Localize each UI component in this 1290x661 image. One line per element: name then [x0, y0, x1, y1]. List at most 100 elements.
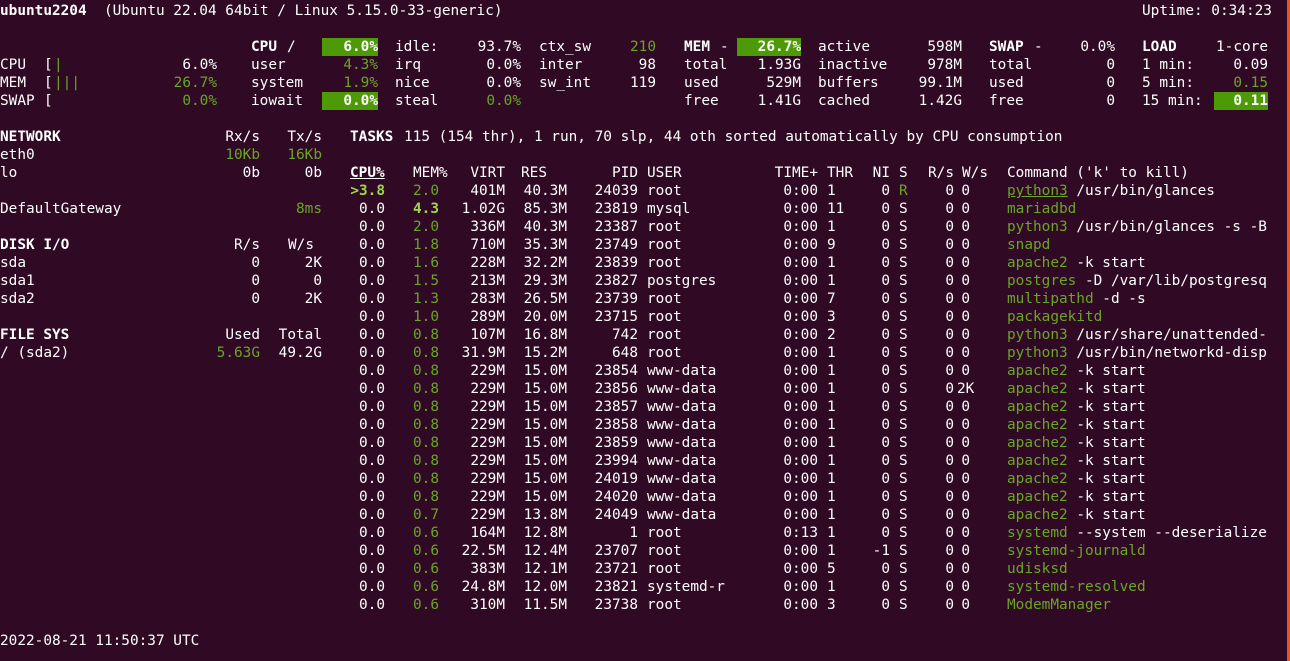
proc-read-rate: 0	[945, 579, 954, 595]
proc-virt: 229M	[470, 363, 505, 379]
col-ws-header[interactable]: W/s	[962, 164, 988, 182]
swap-free: 0	[1106, 93, 1115, 109]
proc-state: S	[899, 363, 908, 379]
proc-user: root	[647, 345, 682, 361]
col-pid-header[interactable]: PID	[580, 164, 638, 182]
proc-read-rate: 0	[945, 471, 954, 487]
proc-user: root	[647, 309, 682, 325]
proc-command: systemd-journald	[1007, 542, 1146, 560]
col-thr-header[interactable]: THR	[827, 164, 853, 182]
proc-cpu: 0.0	[359, 471, 385, 487]
proc-virt: 229M	[470, 417, 505, 433]
proc-mem: 1.5	[413, 273, 439, 289]
proc-res: 11.5M	[523, 597, 567, 613]
proc-cpu: >3.8	[350, 183, 385, 199]
ql-swap-label: SWAP	[0, 93, 35, 109]
hostname: ubuntu2204	[0, 3, 87, 19]
col-cpu-header[interactable]: CPU%	[350, 164, 385, 182]
proc-thr: 2	[827, 327, 836, 343]
proc-mem: 1.0	[413, 309, 439, 325]
proc-write-rate: 0	[961, 201, 970, 217]
mem-cached-label: cached	[818, 93, 870, 109]
proc-mem: 0.8	[413, 489, 439, 505]
proc-command: python3 /usr/share/unattended-	[1007, 326, 1267, 344]
proc-cpu: 0.0	[359, 255, 385, 271]
proc-cpu: 0.0	[359, 237, 385, 253]
fs-total: 49.2G	[278, 345, 322, 361]
proc-write-rate: 0	[961, 543, 970, 559]
load-5min-label: 5 min:	[1142, 75, 1194, 91]
proc-write-rate: 0	[961, 345, 970, 361]
proc-mem: 0.6	[413, 525, 439, 541]
proc-mem: 0.6	[413, 597, 439, 613]
proc-mem: 4.3	[413, 201, 439, 217]
proc-user: root	[647, 327, 682, 343]
fs-mount: / (sda2)	[0, 345, 70, 361]
proc-state: S	[899, 597, 908, 613]
col-s-header[interactable]: S	[899, 164, 908, 182]
proc-res: 15.0M	[523, 489, 567, 505]
proc-program: multipathd	[1007, 291, 1094, 307]
proc-pid: 23715	[594, 309, 638, 325]
proc-write-rate: 0	[961, 273, 970, 289]
proc-command: systemd-resolved	[1007, 578, 1146, 596]
proc-thr: 1	[827, 345, 836, 361]
proc-res: 15.0M	[523, 363, 567, 379]
proc-time: 0:13	[783, 525, 818, 541]
proc-pid: 24019	[594, 471, 638, 487]
cpu-nice-label: nice	[395, 75, 430, 91]
proc-time: 0:00	[783, 471, 818, 487]
mem-inactive: 978M	[927, 57, 962, 73]
proc-write-rate: 0	[961, 561, 970, 577]
proc-res: 40.3M	[523, 219, 567, 235]
proc-time: 0:00	[783, 237, 818, 253]
proc-pid: 1	[629, 525, 638, 541]
proc-cpu: 0.0	[359, 291, 385, 307]
proc-program: packagekitd	[1007, 309, 1103, 325]
col-user-header[interactable]: USER	[647, 164, 682, 182]
proc-user: postgres	[647, 273, 717, 289]
swap-used-label: used	[989, 75, 1024, 91]
proc-pid: 23749	[594, 237, 638, 253]
proc-ni: 0	[881, 381, 890, 397]
disk-r: 0	[251, 255, 260, 271]
proc-ni: 0	[881, 399, 890, 415]
mem-title: MEM	[684, 39, 710, 55]
proc-cpu: 0.0	[359, 273, 385, 289]
proc-read-rate: 0	[945, 399, 954, 415]
tasks-label: TASKS	[350, 129, 394, 145]
proc-args: -k start	[1067, 255, 1146, 271]
col-rs-header[interactable]: R/s	[920, 164, 954, 182]
proc-res: 15.0M	[523, 381, 567, 397]
proc-virt: 164M	[470, 525, 505, 541]
disk-name: sda	[0, 255, 26, 271]
proc-thr: 1	[827, 489, 836, 505]
proc-pid: 24049	[594, 507, 638, 523]
mem-buffers-label: buffers	[818, 75, 879, 91]
proc-virt: 213M	[470, 273, 505, 289]
proc-virt: 229M	[470, 381, 505, 397]
proc-mem: 0.8	[413, 345, 439, 361]
col-time-header[interactable]: TIME+	[760, 164, 818, 182]
proc-write-rate: 2K	[957, 381, 975, 397]
proc-read-rate: 0	[945, 507, 954, 523]
proc-ni: 0	[881, 273, 890, 289]
proc-ni: 0	[881, 489, 890, 505]
col-ni-header[interactable]: NI	[860, 164, 890, 182]
cpu-idle-label: idle:	[395, 39, 439, 55]
proc-read-rate: 0	[945, 237, 954, 253]
proc-mem: 2.0	[413, 219, 439, 235]
proc-ni: 0	[881, 291, 890, 307]
col-res-header[interactable]: RES	[521, 164, 547, 182]
proc-cpu: 0.0	[359, 417, 385, 433]
proc-time: 0:00	[783, 219, 818, 235]
proc-state: S	[899, 201, 908, 217]
proc-user: root	[647, 525, 682, 541]
proc-args: /usr/bin/glances -s -B	[1067, 219, 1267, 235]
col-command-header[interactable]: Command ('k' to kill)	[1007, 164, 1189, 182]
col-virt-header[interactable]: VIRT	[458, 164, 505, 182]
proc-args: -D /var/lib/postgresq	[1076, 273, 1267, 289]
proc-time: 0:00	[783, 309, 818, 325]
col-mem-header[interactable]: MEM%	[413, 164, 448, 182]
proc-user: www-data	[647, 489, 717, 505]
